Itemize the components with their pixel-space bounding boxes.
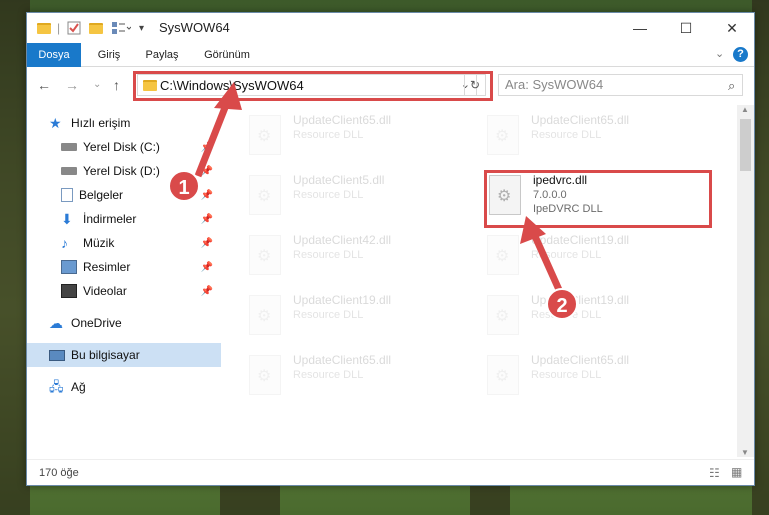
arrow-1-head xyxy=(214,82,242,110)
callout-1: 1 xyxy=(168,170,200,202)
annotation-arrows xyxy=(194,82,564,294)
arrow-2-shaft xyxy=(530,232,564,294)
arrow-1-shaft xyxy=(194,98,232,178)
callout-2: 2 xyxy=(546,288,578,320)
